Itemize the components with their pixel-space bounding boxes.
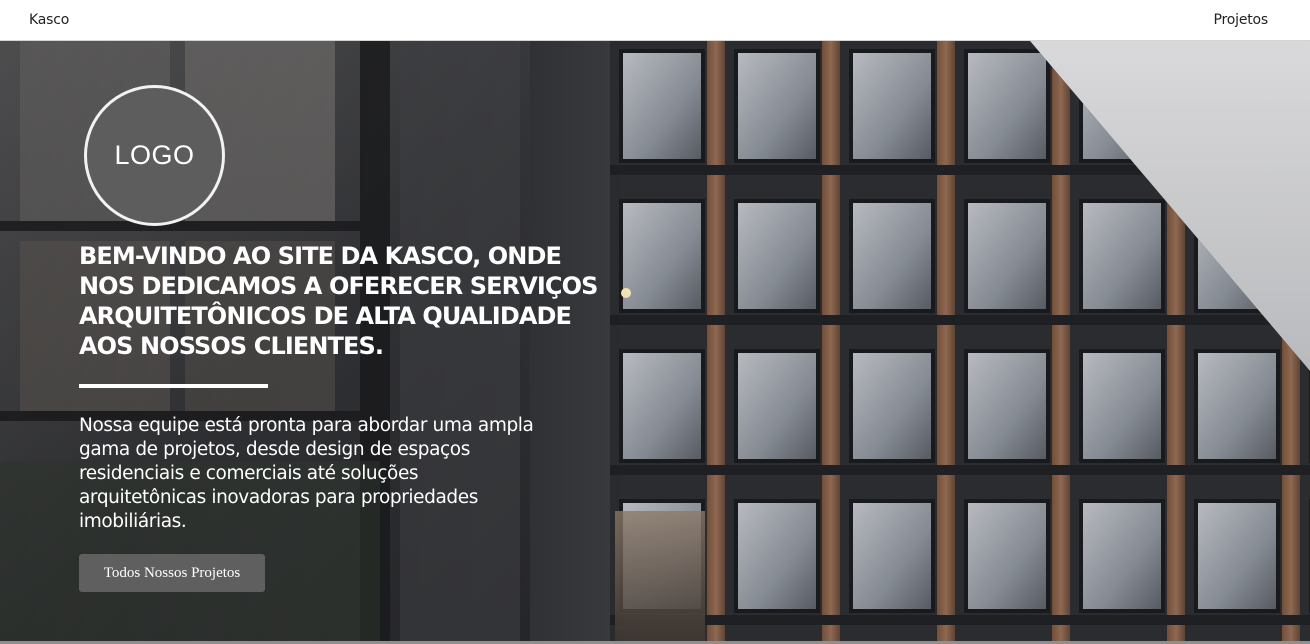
brand-link[interactable]: Kasco bbox=[29, 12, 69, 28]
hero-headline: BEM-VINDO AO SITE DA KASCO, ONDE NOS DED… bbox=[79, 242, 598, 360]
top-navbar: Kasco Projetos bbox=[0, 0, 1310, 41]
hero-section: LOGO BEM-VINDO AO SITE DA KASCO, ONDE NO… bbox=[0, 41, 1310, 644]
all-projects-button[interactable]: Todos Nossos Projetos bbox=[79, 554, 265, 592]
hero-description: Nossa equipe está pronta para abordar um… bbox=[79, 415, 534, 532]
logo-text: LOGO bbox=[114, 140, 195, 170]
logo-placeholder: LOGO bbox=[84, 85, 225, 226]
nav-link-projects[interactable]: Projetos bbox=[1214, 12, 1269, 28]
headline-divider bbox=[79, 384, 268, 388]
